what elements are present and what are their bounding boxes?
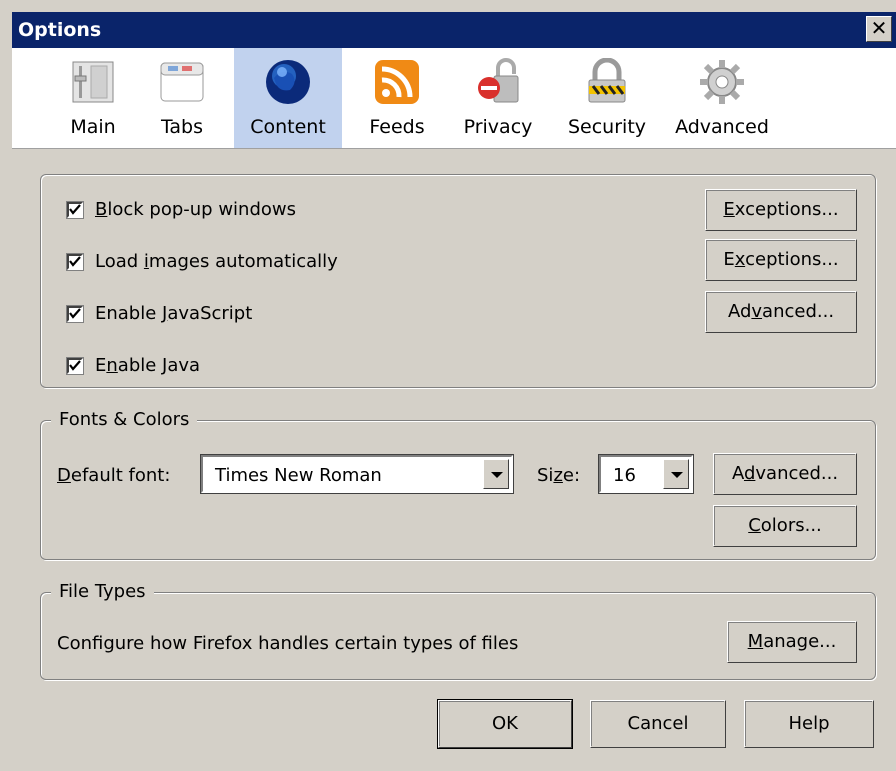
popup-exceptions-button[interactable]: Exceptions... (705, 189, 857, 231)
tab-content[interactable]: Content (234, 48, 342, 148)
images-exceptions-button[interactable]: Exceptions... (705, 239, 857, 281)
file-types-group: File Types Configure how Firefox handles… (40, 581, 876, 680)
checkmark-icon (69, 203, 81, 215)
tab-privacy-label: Privacy (463, 116, 533, 138)
tab-privacy[interactable]: Privacy (452, 48, 544, 148)
chevron-down-icon[interactable] (483, 459, 509, 489)
ok-button[interactable]: OK (437, 699, 573, 749)
advanced-gear-icon (700, 60, 744, 104)
enable-javascript-checkbox[interactable] (66, 304, 84, 323)
block-popups-label: Block pop-up windows (95, 199, 296, 220)
tab-main-label: Main (70, 116, 116, 138)
load-images-label: Load images automatically (95, 251, 338, 272)
font-size-value: 16 (613, 465, 636, 486)
window-title: Options (18, 19, 102, 41)
tab-tabs[interactable]: Tabs (144, 48, 220, 148)
feeds-rss-icon (375, 60, 419, 104)
enable-java-label: Enable Java (95, 355, 201, 376)
fonts-advanced-button[interactable]: Advanced... (713, 453, 857, 495)
cancel-button[interactable]: Cancel (590, 700, 726, 748)
tab-feeds[interactable]: Feeds (358, 48, 436, 148)
privacy-lock-icon (478, 58, 519, 103)
tab-main[interactable]: Main (52, 48, 134, 148)
tab-security-label: Security (567, 116, 647, 138)
file-types-legend: File Types (51, 581, 154, 602)
enable-java-row[interactable]: Enable Java (66, 355, 201, 376)
file-types-description: Configure how Firefox handles certain ty… (57, 633, 519, 654)
load-images-checkbox[interactable] (66, 252, 84, 271)
font-size-select[interactable]: 16 (598, 454, 694, 494)
tab-tabs-label: Tabs (160, 116, 204, 138)
default-font-label: Default font: (57, 465, 171, 486)
options-toolbar: Main Tabs Content Feeds Privacy Security… (12, 48, 896, 149)
tab-content-label: Content (250, 116, 326, 138)
load-images-row[interactable]: Load images automatically (66, 251, 338, 272)
block-popups-row[interactable]: Block pop-up windows (66, 199, 296, 220)
default-font-value: Times New Roman (215, 465, 382, 486)
chevron-down-icon[interactable] (663, 459, 689, 489)
tab-feeds-label: Feeds (369, 116, 425, 138)
checkmark-icon (69, 255, 81, 267)
enable-javascript-row[interactable]: Enable JavaScript (66, 303, 253, 324)
checkmark-icon (69, 359, 81, 371)
colors-button[interactable]: Colors... (713, 505, 857, 547)
title-bar: Options (12, 12, 896, 48)
javascript-advanced-button[interactable]: Advanced... (705, 291, 857, 333)
content-group: Block pop-up windows Load images automat… (40, 174, 876, 388)
tab-advanced-label: Advanced (675, 116, 769, 138)
main-sliders-icon (72, 61, 114, 103)
help-button[interactable]: Help (744, 700, 874, 748)
enable-java-checkbox[interactable] (66, 356, 84, 375)
content-globe-icon (266, 60, 310, 104)
checkmark-icon (69, 307, 81, 319)
manage-button[interactable]: Manage... (727, 621, 857, 663)
fonts-colors-legend: Fonts & Colors (51, 409, 198, 430)
close-icon: ✕ (870, 16, 888, 40)
tab-security[interactable]: Security (560, 48, 654, 148)
default-font-select[interactable]: Times New Roman (200, 454, 514, 494)
tab-advanced[interactable]: Advanced (672, 48, 772, 148)
block-popups-checkbox[interactable] (66, 200, 84, 219)
fonts-colors-group: Fonts & Colors Default font: Times New R… (40, 409, 876, 560)
enable-javascript-label: Enable JavaScript (95, 303, 253, 324)
size-label: Size: (537, 465, 581, 486)
security-padlock-icon (588, 58, 626, 103)
close-button[interactable]: ✕ (866, 16, 892, 42)
tabs-window-icon (160, 62, 204, 102)
